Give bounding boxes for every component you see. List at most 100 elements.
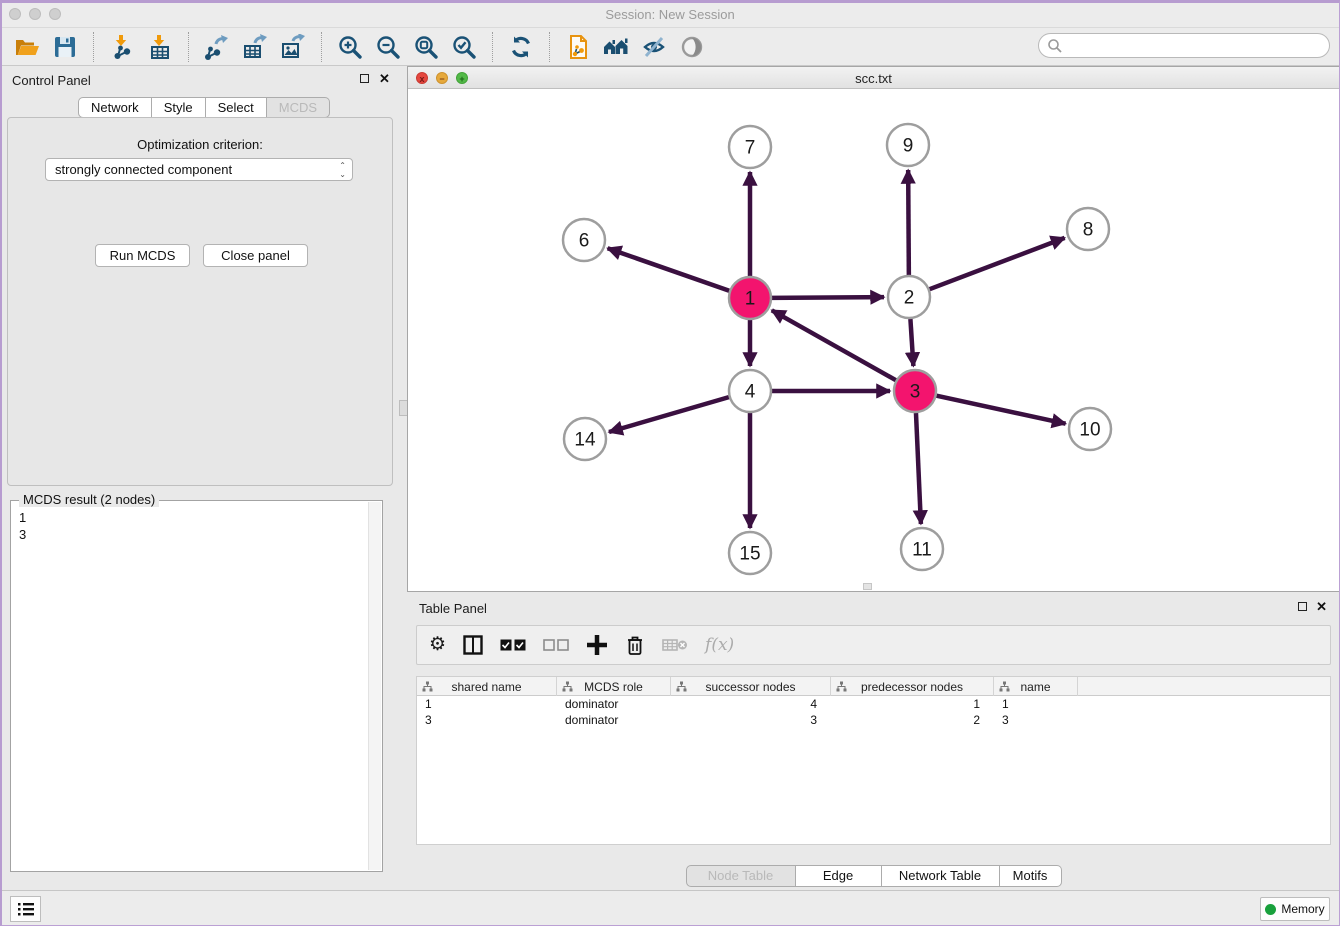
table-row[interactable]: 1dominator411: [417, 696, 1330, 712]
graph-node-14[interactable]: 14: [564, 418, 606, 460]
graph-edge-1-6[interactable]: [608, 248, 730, 290]
deselect-all-button[interactable]: [543, 630, 569, 660]
add-column-button[interactable]: [586, 630, 608, 660]
graph-edge-1-2[interactable]: [772, 297, 884, 298]
save-session-button[interactable]: [49, 31, 81, 63]
import-network-button[interactable]: [106, 31, 138, 63]
export-network-button[interactable]: [201, 31, 233, 63]
search-field[interactable]: [1038, 33, 1330, 58]
open-session-button[interactable]: [11, 31, 43, 63]
float-panel-icon[interactable]: [1298, 602, 1307, 611]
toggle-birds-eye-button[interactable]: [676, 31, 708, 63]
control-panel-tabs: Network Style Select MCDS: [78, 97, 330, 118]
result-line: 1: [19, 509, 26, 526]
dropdown-value: strongly connected component: [55, 162, 232, 177]
toggle-graphics-details-button[interactable]: [638, 31, 670, 63]
tab-node-table[interactable]: Node Table: [686, 865, 796, 887]
column-header[interactable]: predecessor nodes: [831, 677, 994, 696]
network-window-titlebar[interactable]: x − + scc.txt: [408, 67, 1339, 89]
search-input[interactable]: [1063, 38, 1313, 53]
mcds-tab-content: Optimization criterion: strongly connect…: [7, 117, 393, 486]
clone-network-icon: [565, 34, 591, 60]
delete-table-button[interactable]: [662, 630, 688, 660]
column-header[interactable]: shared name: [417, 677, 557, 696]
close-panel-button[interactable]: Close panel: [203, 244, 308, 267]
tab-style[interactable]: Style: [152, 97, 206, 118]
graph-edge-2-9[interactable]: [908, 170, 909, 275]
graph-node-9[interactable]: 9: [887, 124, 929, 166]
tab-mcds[interactable]: MCDS: [267, 97, 330, 118]
column-header[interactable]: successor nodes: [671, 677, 831, 696]
graph-node-10[interactable]: 10: [1069, 408, 1111, 450]
graph-edge-3-11[interactable]: [916, 413, 921, 524]
graph-edge-2-8[interactable]: [930, 238, 1065, 289]
float-panel-icon[interactable]: [360, 74, 369, 83]
graph-edge-3-1[interactable]: [772, 310, 896, 380]
home-button[interactable]: [600, 31, 632, 63]
zoom-fit-button[interactable]: [410, 31, 442, 63]
list-icon: [17, 901, 35, 917]
vertical-splitter[interactable]: [400, 66, 407, 890]
close-panel-icon[interactable]: ✕: [1316, 602, 1327, 612]
table-cell-mcds_role[interactable]: dominator: [557, 712, 671, 728]
graph-node-2[interactable]: 2: [888, 276, 930, 318]
tab-select[interactable]: Select: [206, 97, 267, 118]
graph-node-1[interactable]: 1: [729, 277, 771, 319]
table-cell-predecessor_nodes[interactable]: 2: [831, 712, 994, 728]
zoom-fit-icon: [413, 34, 439, 60]
table-settings-button[interactable]: ⚙: [429, 630, 446, 660]
tab-motifs[interactable]: Motifs: [1000, 865, 1062, 887]
import-table-button[interactable]: [144, 31, 176, 63]
toggle-column-view-button[interactable]: [463, 630, 483, 660]
graph-node-4[interactable]: 4: [729, 370, 771, 412]
graph-edge-3-10[interactable]: [936, 396, 1065, 424]
graph-node-15[interactable]: 15: [729, 532, 771, 574]
memory-status-icon: [1265, 904, 1276, 915]
control-panel: Control Panel ✕ Network Style Select MCD…: [0, 66, 400, 890]
clone-network-button[interactable]: [562, 31, 594, 63]
apply-layout-button[interactable]: [505, 31, 537, 63]
zoom-out-button[interactable]: [372, 31, 404, 63]
table-cell-mcds_role[interactable]: dominator: [557, 696, 671, 712]
memory-button[interactable]: Memory: [1260, 897, 1330, 921]
table-cell-name[interactable]: 1: [994, 696, 1078, 712]
graph-edge-4-14[interactable]: [609, 397, 729, 432]
graph-edge-2-3[interactable]: [910, 319, 913, 366]
birds-eye-icon: [679, 34, 705, 60]
table-row[interactable]: 3dominator323: [417, 712, 1330, 728]
graph-node-3[interactable]: 3: [894, 370, 936, 412]
column-header[interactable]: MCDS role: [557, 677, 671, 696]
table-cell-predecessor_nodes[interactable]: 1: [831, 696, 994, 712]
table-cell-shared_name[interactable]: 3: [417, 712, 557, 728]
table-cell-successor_nodes[interactable]: 3: [671, 712, 831, 728]
graph-node-11[interactable]: 11: [901, 528, 943, 570]
task-history-button[interactable]: [10, 896, 41, 922]
select-all-button[interactable]: [500, 630, 526, 660]
table-cell-name[interactable]: 3: [994, 712, 1078, 728]
zoom-out-icon: [375, 34, 401, 60]
run-mcds-button[interactable]: Run MCDS: [95, 244, 190, 267]
tab-network[interactable]: Network: [78, 97, 152, 118]
zoom-selected-icon: [451, 34, 477, 60]
delete-column-button[interactable]: [625, 630, 645, 660]
graph-node-8[interactable]: 8: [1067, 208, 1109, 250]
node-label: 1: [745, 289, 756, 310]
network-canvas[interactable]: 7 9 6 8 1 2 4 3 14 10 15 11: [408, 89, 1339, 591]
tab-network-table[interactable]: Network Table: [882, 865, 1000, 887]
zoom-in-button[interactable]: [334, 31, 366, 63]
result-scrollbar[interactable]: [368, 502, 381, 870]
column-header[interactable]: name: [994, 677, 1078, 696]
tab-edge-table[interactable]: Edge Table: [796, 865, 882, 887]
optimization-criterion-dropdown[interactable]: strongly connected component ⌃⌄: [45, 158, 353, 181]
export-table-button[interactable]: [239, 31, 271, 63]
export-image-button[interactable]: [277, 31, 309, 63]
graph-node-7[interactable]: 7: [729, 126, 771, 168]
graph-node-6[interactable]: 6: [563, 219, 605, 261]
table-cell-shared_name[interactable]: 1: [417, 696, 557, 712]
view-resize-grip[interactable]: [863, 583, 872, 590]
table-cell-successor_nodes[interactable]: 4: [671, 696, 831, 712]
status-bar: Memory: [0, 890, 1340, 926]
close-panel-icon[interactable]: ✕: [379, 74, 390, 84]
function-builder-button[interactable]: f(x): [705, 630, 734, 660]
zoom-selected-button[interactable]: [448, 31, 480, 63]
